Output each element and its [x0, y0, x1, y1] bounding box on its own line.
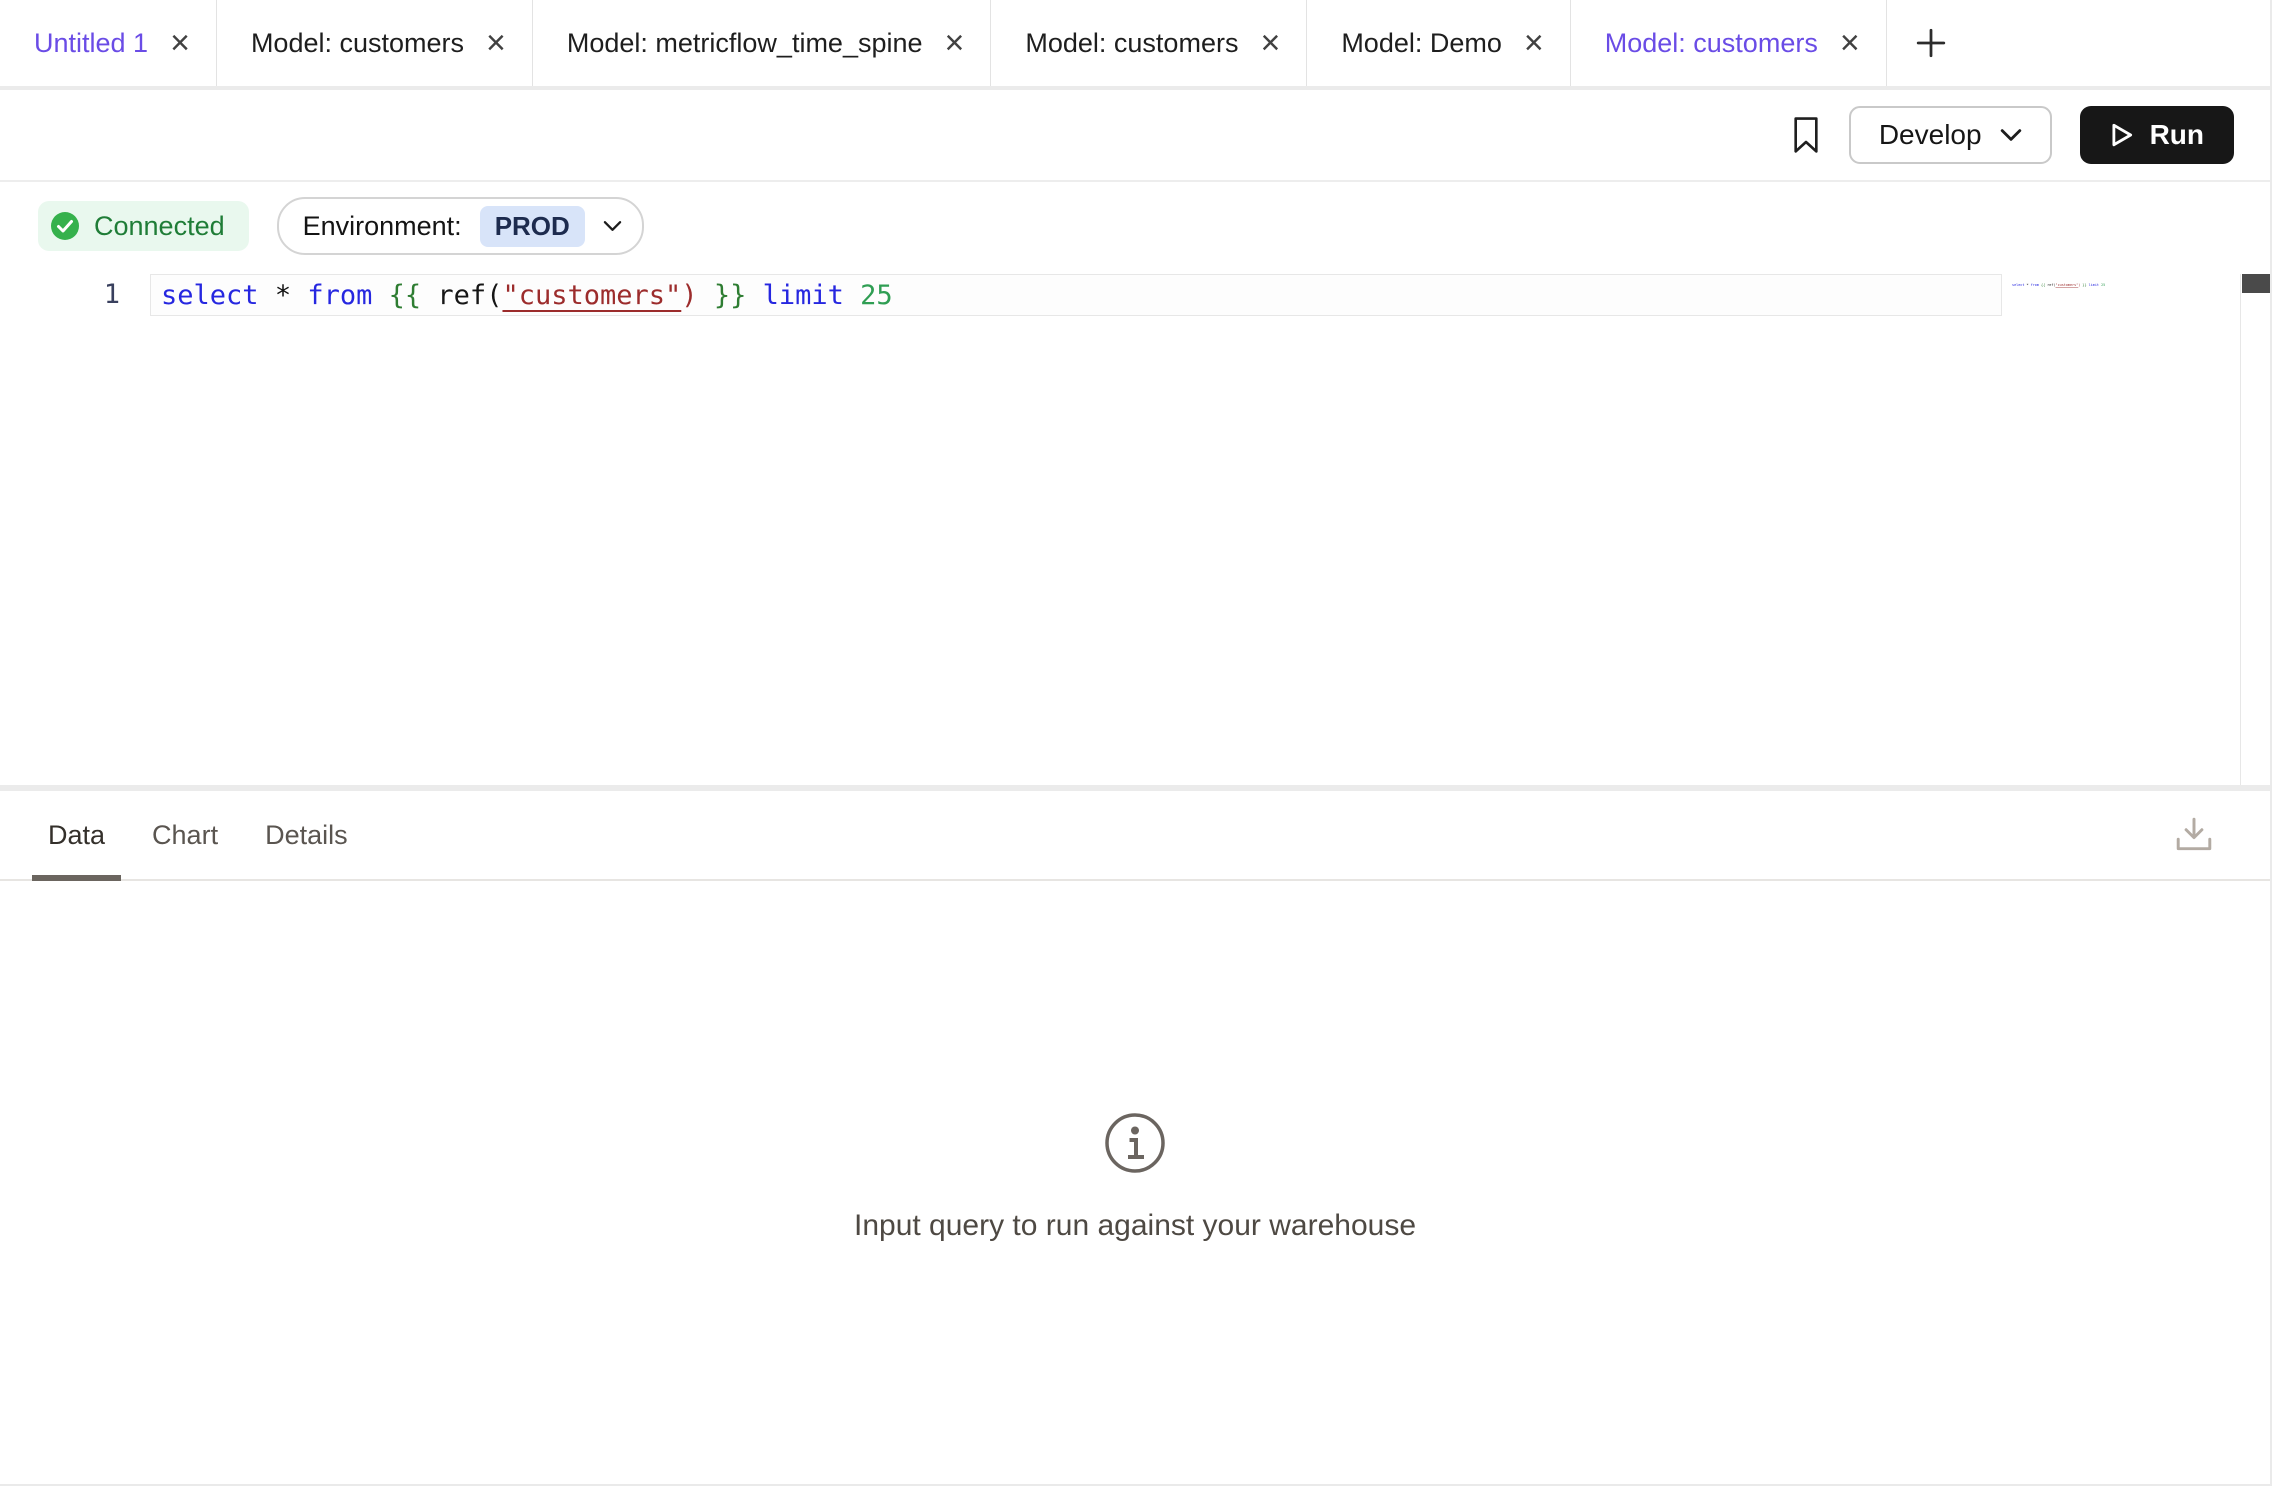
develop-button-label: Develop	[1879, 119, 1982, 151]
new-tab-button[interactable]	[1887, 0, 1975, 86]
results-tab-data[interactable]: Data	[32, 791, 121, 879]
empty-state-message: Input query to run against your warehous…	[854, 1209, 1416, 1243]
editor-tab-1[interactable]: Model: customers ×	[217, 0, 533, 86]
line-number-gutter: 1	[0, 274, 150, 316]
results-tab-chart[interactable]: Chart	[136, 791, 234, 879]
results-empty-state: Input query to run against your warehous…	[0, 1111, 2270, 1243]
editor-tab-4[interactable]: Model: Demo ×	[1307, 0, 1570, 86]
editor-line-row: 1 select * from {{ ref("customers") }} l…	[0, 274, 2270, 316]
play-icon	[2110, 122, 2134, 148]
chevron-down-icon	[603, 220, 622, 232]
tab-label: Model: customers	[1605, 28, 1818, 59]
status-toolbar: Connected Environment: PROD	[0, 182, 2270, 270]
editor-scrollbar-track	[2240, 274, 2270, 785]
environment-label: Environment:	[303, 211, 462, 242]
tab-label: Model: Demo	[1341, 28, 1502, 59]
editor-tab-0[interactable]: Untitled 1 ×	[0, 0, 217, 86]
close-tab-icon[interactable]: ×	[945, 26, 965, 60]
environment-select[interactable]: Environment: PROD	[277, 197, 644, 255]
download-results-button[interactable]	[2174, 817, 2214, 853]
editor-tab-3[interactable]: Model: customers ×	[991, 0, 1307, 86]
environment-value-chip: PROD	[480, 206, 585, 247]
current-line-highlight[interactable]: select * from {{ ref("customers") }} lim…	[150, 274, 2002, 316]
code-line: select * from {{ ref("customers") }} lim…	[161, 280, 893, 311]
check-circle-icon	[50, 211, 80, 241]
chevron-down-icon	[2000, 128, 2022, 142]
sql-editor: 1 select * from {{ ref("customers") }} l…	[0, 274, 2270, 785]
info-icon	[1103, 1111, 1167, 1175]
editor-tab-2[interactable]: Model: metricflow_time_spine ×	[533, 0, 992, 86]
close-tab-icon[interactable]: ×	[1260, 26, 1280, 60]
ide-root: Untitled 1×Model: customers×Model: metri…	[0, 0, 2272, 1486]
connected-status-badge: Connected	[38, 201, 249, 251]
run-button[interactable]: Run	[2080, 106, 2234, 164]
close-tab-icon[interactable]: ×	[170, 26, 190, 60]
editor-tab-bar: Untitled 1×Model: customers×Model: metri…	[0, 0, 2270, 90]
editor-minimap[interactable]: select * from {{ ref("customers") }} lim…	[2012, 283, 2206, 287]
bookmark-icon[interactable]	[1791, 115, 1821, 155]
tab-label: Model: metricflow_time_spine	[567, 28, 923, 59]
tab-label: Model: customers	[1025, 28, 1238, 59]
close-tab-icon[interactable]: ×	[486, 26, 506, 60]
connected-label: Connected	[94, 211, 225, 242]
close-tab-icon[interactable]: ×	[1524, 26, 1544, 60]
editor-tab-5[interactable]: Model: customers ×	[1571, 0, 1887, 86]
results-tab-details[interactable]: Details	[249, 791, 364, 879]
header-bar: Develop Run	[0, 90, 2270, 182]
tab-label: Untitled 1	[34, 28, 148, 59]
results-tab-bar: DataChartDetails	[0, 791, 2270, 881]
tab-label: Model: customers	[251, 28, 464, 59]
editor-scrollbar-thumb[interactable]	[2242, 274, 2270, 293]
run-button-label: Run	[2150, 119, 2204, 151]
develop-button[interactable]: Develop	[1849, 106, 2052, 164]
close-tab-icon[interactable]: ×	[1840, 26, 1860, 60]
